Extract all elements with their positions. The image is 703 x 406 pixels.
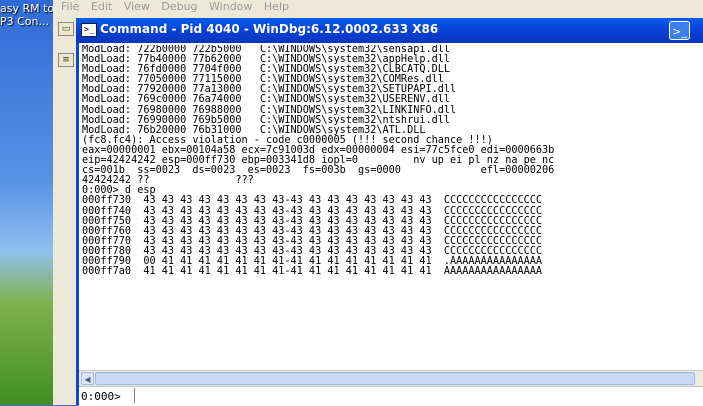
output-line: 000ff7a0 41 41 41 41 41 41 41 41-41 41 4… bbox=[82, 266, 543, 278]
command-output: ModLoad: 722b0000 722b5000 C:\WINDOWS\sy… bbox=[82, 45, 702, 375]
scrollbar-thumb[interactable] bbox=[95, 372, 695, 385]
menu-window[interactable]: Window bbox=[209, 0, 252, 13]
menu-help[interactable]: Help bbox=[264, 0, 289, 13]
menu-bar: File Edit View Debug Window Help bbox=[53, 0, 703, 14]
window-list-icon[interactable]: ≡ bbox=[58, 53, 74, 67]
window-title: Command - Pid 4040 - WinDbg:6.12.0002.63… bbox=[100, 22, 439, 36]
prompt-icon: >_ bbox=[672, 25, 687, 38]
open-folder-icon[interactable]: ▭ bbox=[58, 22, 74, 36]
command-input[interactable] bbox=[134, 388, 699, 403]
toolbar: ▭ ≡ bbox=[53, 17, 75, 77]
output-line: 000ff730 43 43 43 43 43 43 43 43-43 43 4… bbox=[82, 195, 543, 207]
output-line: 42424242 ?? ??? bbox=[82, 175, 254, 187]
command-window: >_ Command - Pid 4040 - WinDbg:6.12.0002… bbox=[76, 18, 703, 406]
command-prompt-label: 0:000> bbox=[81, 390, 121, 403]
command-client-area: ModLoad: 722b0000 722b5000 C:\WINDOWS\sy… bbox=[79, 43, 703, 406]
desktop-icon-label[interactable]: asy RM to bbox=[0, 2, 54, 15]
title-bar[interactable]: >_ Command - Pid 4040 - WinDbg:6.12.0002… bbox=[76, 18, 703, 43]
horizontal-scrollbar[interactable]: ◀ bbox=[79, 370, 703, 386]
menu-view[interactable]: View bbox=[124, 0, 150, 13]
command-line: 0:000> bbox=[79, 386, 703, 406]
scroll-left-icon[interactable]: ◀ bbox=[81, 372, 94, 385]
command-window-icon: >_ bbox=[81, 23, 97, 37]
menu-debug[interactable]: Debug bbox=[161, 0, 197, 13]
desktop-icon-label-2[interactable]: P3 Con... bbox=[0, 15, 49, 28]
command-prompt-button[interactable]: >_ bbox=[669, 21, 690, 40]
menu-edit[interactable]: Edit bbox=[91, 0, 112, 13]
menu-file[interactable]: File bbox=[61, 0, 79, 13]
